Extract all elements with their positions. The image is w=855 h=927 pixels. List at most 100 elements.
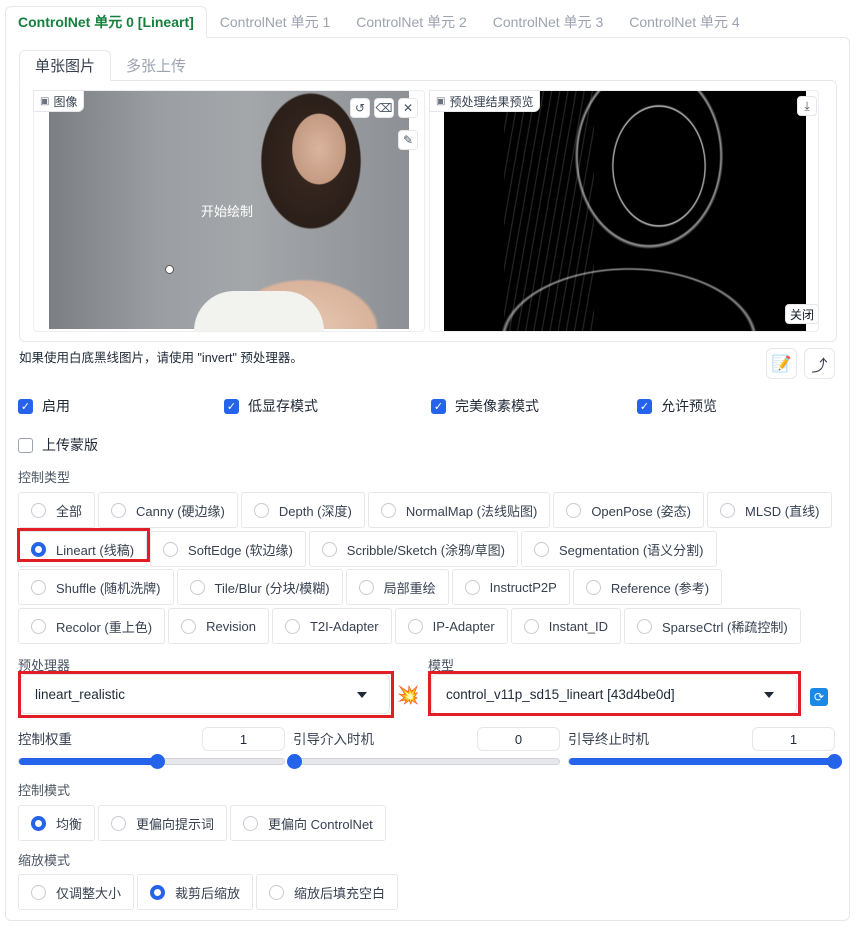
radio-canny[interactable]: Canny (硬边缘) [98,492,238,528]
radio-label: Scribble/Sketch (涂鸦/草图) [346,542,505,558]
control-weight-label: 控制权重 [18,732,72,747]
radio-scribble[interactable]: Scribble/Sketch (涂鸦/草图) [308,531,518,567]
radio-label: 更偏向提示词 [136,816,215,832]
radio-mlsd[interactable]: MLSD (直线) [707,492,833,528]
control-weight-input[interactable]: 1 [202,727,285,751]
tab-unit-2[interactable]: ControlNet 单元 2 [343,6,479,38]
radio-just-resize[interactable]: 仅调整大小 [18,874,135,910]
radio-dot [566,502,582,518]
radio-dot [31,618,46,634]
radio-dot [189,579,205,595]
slider-thumb[interactable] [149,754,165,769]
radio-softedge[interactable]: SoftEdge (软边缘) [150,531,306,567]
tab-unit-4[interactable]: ControlNet 单元 4 [616,6,752,38]
radio-depth[interactable]: Depth (深度) [240,492,365,528]
radio-openpose[interactable]: OpenPose (姿态) [553,492,705,528]
radio-normalmap[interactable]: NormalMap (法线贴图) [367,492,551,528]
start-step-slider[interactable] [287,754,560,769]
checkbox-unchecked [18,437,33,453]
radio-label: InstructP2P [489,579,557,595]
radio-dot [181,618,197,634]
tab-single-image[interactable]: 单张图片 [19,50,112,81]
radio-resize-fill[interactable]: 缩放后填充空白 [256,874,399,910]
radio-revision[interactable]: Revision [168,608,269,644]
radio-tile-blur[interactable]: Tile/Blur (分块/模糊) [176,569,343,605]
close-icon[interactable]: ✕ [398,98,418,118]
allow-preview-label: 允许预览 [661,398,717,414]
radio-lineart[interactable]: Lineart (线稿) [18,531,148,567]
control-type-row-3: Shuffle (随机洗牌) Tile/Blur (分块/模糊) 局部重绘 In… [18,569,725,605]
slider-thumb[interactable] [827,754,842,769]
radio-label: Instant_ID [548,618,609,634]
radio-all[interactable]: 全部 [18,492,96,528]
radio-dot [321,541,337,557]
radio-dot [464,579,480,595]
explosion-icon[interactable]: 💥 [397,685,419,706]
radio-label: 均衡 [56,816,83,832]
undo-icon[interactable]: ↺ [350,98,370,118]
radio-inpaint[interactable]: 局部重绘 [345,569,449,605]
tab-unit-1[interactable]: ControlNet 单元 1 [207,6,343,38]
pixel-perfect-label: 完美像素模式 [455,398,539,414]
model-select[interactable]: control_v11p_sd15_lineart [43d4be0d] [431,674,797,714]
end-step-slider[interactable] [568,754,842,769]
pixel-perfect-checkbox[interactable]: ✓ 完美像素模式 [431,396,539,416]
radio-instant-id[interactable]: Instant_ID [510,608,622,644]
radio-ip-adapter[interactable]: IP-Adapter [394,608,508,644]
brush-icon[interactable]: ✎ [398,130,418,150]
image-tabs: 单张图片 多张上传 [19,50,201,81]
radio-reference[interactable]: Reference (参考) [572,569,723,605]
end-step-label: 引导终止时机 [568,732,649,747]
upload-mask-checkbox[interactable]: 上传蒙版 [18,435,98,455]
radio-segmentation[interactable]: Segmentation (语义分割) [521,531,717,567]
eraser-icon[interactable]: ⌫ [374,98,394,118]
start-step-input[interactable]: 0 [477,727,560,751]
preprocessor-select[interactable]: lineart_realistic [20,674,390,714]
allow-preview-checkbox[interactable]: ✓ 允许预览 [637,396,717,416]
tab-batch-upload[interactable]: 多张上传 [111,50,201,81]
download-icon[interactable]: ⤓ [797,96,817,116]
input-image-label: 图像 [53,94,78,109]
radio-controlnet-priority[interactable]: 更偏向 ControlNet [230,805,386,841]
radio-sparsectrl[interactable]: SparseCtrl (稀疏控制) [624,608,801,644]
control-type-row-1: 全部 Canny (硬边缘) Depth (深度) NormalMap (法线贴… [18,492,835,528]
radio-label: 仅调整大小 [56,885,122,901]
tab-unit-0[interactable]: ControlNet 单元 0 [Lineart] [5,6,207,38]
radio-label: 缩放后填充空白 [294,885,386,901]
chevron-down-icon [764,692,774,698]
radio-label: Tile/Blur (分块/模糊) [214,580,330,596]
slider-thumb[interactable] [287,754,302,769]
radio-dot [243,815,259,831]
radio-crop-resize[interactable]: 裁剪后缩放 [137,874,254,910]
radio-dot [150,884,166,900]
send-icon[interactable]: ⤴ [804,348,835,379]
slider-fill [19,758,157,765]
radio-shuffle[interactable]: Shuffle (随机洗牌) [18,569,174,605]
radio-dot [534,541,549,557]
radio-dot [407,618,423,634]
control-weight-slider[interactable] [18,754,285,769]
preprocessor-value: lineart_realistic [35,686,126,702]
radio-t2i-adapter[interactable]: T2I-Adapter [271,608,392,644]
radio-balanced[interactable]: 均衡 [18,805,96,841]
preview-image-badge: ▣ 预处理结果预览 [429,90,541,112]
refresh-icon[interactable]: ⟳ [810,688,828,706]
radio-label: Recolor (重上色) [56,619,153,635]
radio-label: Shuffle (随机洗牌) [56,580,161,596]
slider-fill [569,758,834,765]
end-step-input[interactable]: 1 [752,727,835,751]
close-preview-button[interactable]: 关闭 [785,304,820,324]
low-vram-checkbox[interactable]: ✓ 低显存模式 [224,396,318,416]
radio-label: MLSD (直线) [745,503,820,519]
radio-recolor[interactable]: Recolor (重上色) [18,608,166,644]
tab-unit-3[interactable]: ControlNet 单元 3 [480,6,616,38]
radio-instructp2p[interactable]: InstructP2P [451,569,570,605]
edit-icon[interactable]: 📝 [766,348,797,379]
chevron-down-icon [357,692,367,698]
enable-checkbox[interactable]: ✓ 启用 [18,396,70,416]
radio-label: T2I-Adapter [309,618,379,634]
image-icon: ▣ [40,95,50,107]
radio-prompt-priority[interactable]: 更偏向提示词 [98,805,228,841]
model-value: control_v11p_sd15_lineart [43d4be0d] [446,686,675,702]
radio-dot [358,579,374,595]
